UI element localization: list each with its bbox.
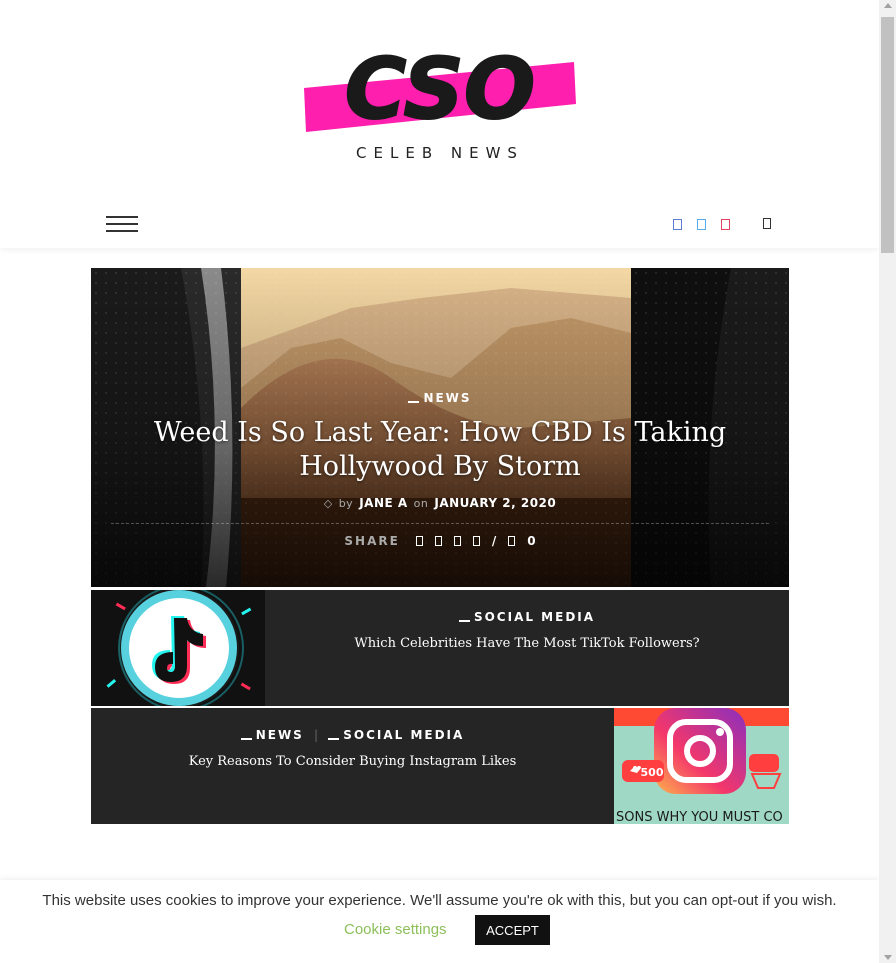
accept-cookies-button[interactable]: ACCEPT bbox=[475, 915, 550, 945]
featured-post[interactable]: NEWS Weed Is So Last Year: How CBD Is Ta… bbox=[91, 268, 789, 587]
scroll-down-icon[interactable] bbox=[884, 955, 892, 960]
category-separator: | bbox=[313, 728, 319, 742]
share-label: SHARE bbox=[344, 534, 400, 548]
featured-category[interactable]: NEWS bbox=[91, 391, 789, 405]
post-date: JANUARY 2, 2020 bbox=[434, 496, 557, 510]
facebook-icon[interactable] bbox=[670, 217, 684, 231]
post-categories: NEWS | SOCIAL MEDIA bbox=[91, 728, 614, 742]
post-category-label: NEWS bbox=[255, 728, 304, 742]
comment-count: 0 bbox=[527, 534, 536, 548]
scrollbar-thumb[interactable] bbox=[881, 17, 894, 253]
site-logo[interactable]: CSO CELEB NEWS bbox=[300, 39, 580, 165]
post-title[interactable]: Key Reasons To Consider Buying Instagram… bbox=[91, 754, 614, 769]
by-label: by bbox=[338, 496, 354, 510]
post-category[interactable]: SOCIAL MEDIA bbox=[265, 610, 789, 624]
facebook-share-icon[interactable] bbox=[415, 536, 423, 546]
author-link[interactable]: JANE A bbox=[359, 496, 407, 510]
social-links bbox=[670, 214, 732, 234]
search-icon[interactable] bbox=[760, 216, 774, 230]
site-header: CSO CELEB NEWS bbox=[0, 0, 879, 248]
page-scrollbar[interactable] bbox=[879, 0, 896, 963]
tiktok-thumbnail[interactable] bbox=[91, 590, 265, 706]
author-icon: ◇ bbox=[323, 496, 333, 510]
instagram-icon[interactable] bbox=[718, 217, 732, 231]
logo-wordmark: CSO bbox=[345, 40, 536, 138]
post-category[interactable]: SOCIAL MEDIA bbox=[328, 728, 464, 742]
featured-overlay: NEWS Weed Is So Last Year: How CBD Is Ta… bbox=[91, 268, 789, 587]
featured-meta: ◇ by JANE A on JANUARY 2, 2020 bbox=[91, 496, 789, 510]
twitter-share-icon[interactable] bbox=[434, 536, 442, 546]
thumbnail-caption: SONS WHY YOU MUST CO bbox=[616, 810, 783, 824]
meta-divider bbox=[111, 523, 769, 524]
scroll-up-icon[interactable] bbox=[884, 3, 892, 8]
post-category[interactable]: NEWS bbox=[240, 728, 304, 742]
post-card[interactable]: SOCIAL MEDIA Which Celebrities Have The … bbox=[91, 590, 789, 706]
badge-count: 500 bbox=[641, 766, 664, 779]
logo-subtitle: CELEB NEWS bbox=[356, 144, 524, 162]
comment-icon[interactable] bbox=[508, 536, 516, 546]
email-share-icon[interactable] bbox=[472, 536, 480, 546]
pinterest-share-icon[interactable] bbox=[453, 536, 461, 546]
featured-title[interactable]: Weed Is So Last Year: How CBD Is Taking … bbox=[131, 416, 749, 484]
on-label: on bbox=[413, 496, 429, 510]
logo-graphic: CSO bbox=[304, 39, 576, 139]
cookie-message: This website uses cookies to improve you… bbox=[42, 892, 837, 909]
post-card[interactable]: NEWS | SOCIAL MEDIA Key Reasons To Consi… bbox=[91, 708, 789, 824]
twitter-icon[interactable] bbox=[694, 217, 708, 231]
post-category-label: SOCIAL MEDIA bbox=[343, 728, 465, 742]
cookie-settings-link[interactable]: Cookie settings bbox=[344, 921, 447, 938]
category-dash bbox=[408, 401, 420, 403]
hamburger-icon-line bbox=[106, 223, 138, 225]
featured-category-label: NEWS bbox=[423, 391, 472, 405]
post-title[interactable]: Which Celebrities Have The Most TikTok F… bbox=[265, 636, 789, 651]
instagram-thumbnail[interactable]: 500 SONS WHY YOU MUST CO bbox=[614, 708, 789, 824]
hamburger-icon-line bbox=[106, 230, 138, 232]
post-category-label: SOCIAL MEDIA bbox=[473, 610, 596, 624]
cookie-banner: This website uses cookies to improve you… bbox=[0, 880, 879, 963]
share-bar: SHARE / 0 bbox=[91, 534, 789, 548]
hamburger-icon bbox=[106, 216, 138, 218]
menu-toggle-button[interactable] bbox=[106, 214, 138, 234]
share-separator: / bbox=[491, 534, 497, 548]
